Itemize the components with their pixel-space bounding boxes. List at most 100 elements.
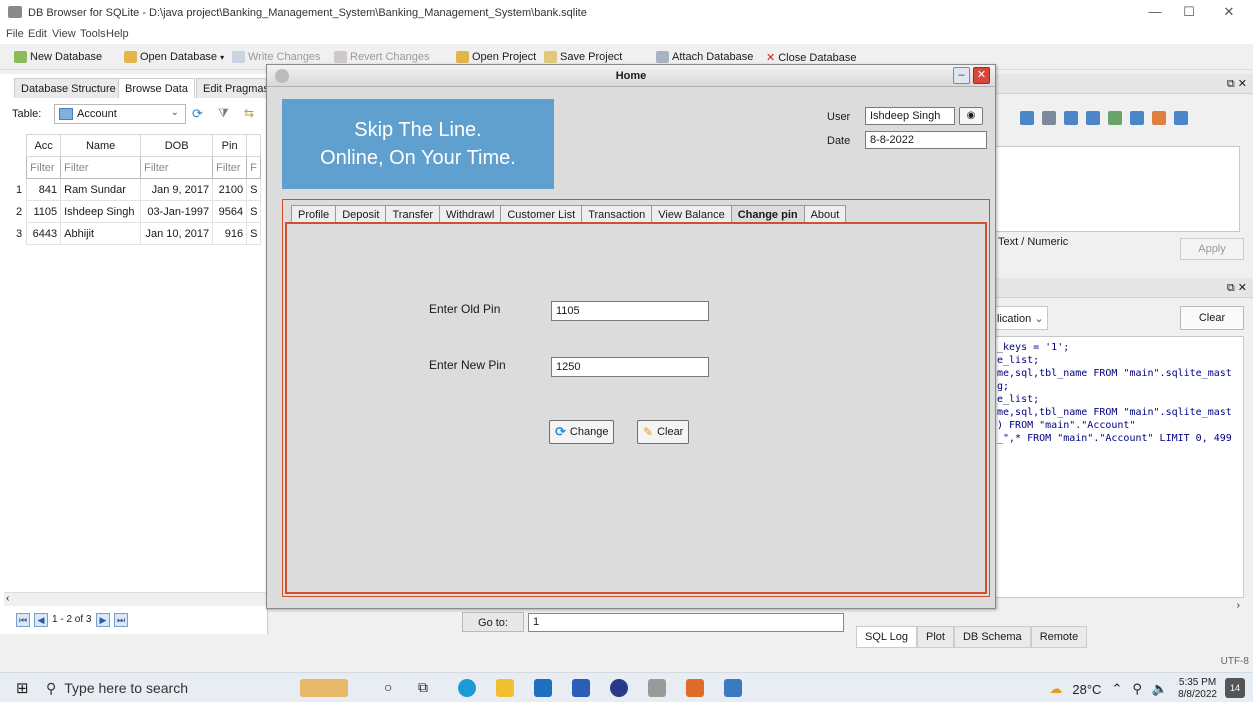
cell-extra[interactable]: S (246, 178, 262, 201)
goto-input[interactable]: 1 (528, 613, 844, 632)
word-icon[interactable] (572, 679, 590, 697)
cell-editor[interactable] (994, 146, 1240, 232)
scroll-left-icon[interactable]: ‹ (6, 593, 9, 604)
taskbar-search[interactable]: ⚲ Type here to search (46, 677, 256, 699)
close-database-button[interactable]: ✕ Close Database (766, 51, 857, 65)
goto-button[interactable]: Go to: (462, 612, 524, 632)
edge-icon[interactable] (458, 679, 476, 697)
cortana-icon[interactable]: ○ (384, 679, 392, 695)
file-explorer-icon[interactable] (496, 679, 514, 697)
network-icon[interactable]: ⚲ (1132, 681, 1142, 697)
notification-icon[interactable]: 14 (1225, 678, 1245, 698)
tab-sql-log[interactable]: SQL Log (856, 626, 918, 648)
eye-icon[interactable]: ◉ (959, 107, 983, 125)
filter-acc-input[interactable]: Filter (26, 156, 62, 179)
sql-log-text[interactable]: _keys = '1'; e_list; me,sql,tbl_name FROM … (994, 336, 1244, 598)
filter-extra-input[interactable]: F (246, 156, 262, 179)
last-record-icon[interactable]: ⏭ (114, 613, 128, 627)
clear-log-button[interactable]: Clear (1180, 306, 1244, 330)
tab-database-structure[interactable]: Database Structure (14, 78, 123, 98)
dialog-minimize-button[interactable]: – (953, 67, 970, 84)
cell-pin[interactable]: 9564 (212, 200, 248, 223)
dialog-close-button[interactable]: ✕ (973, 67, 990, 84)
clock[interactable]: 5:35 PM 8/8/2022 (1178, 677, 1217, 701)
write-changes-button[interactable]: Write Changes (232, 51, 321, 63)
table-select[interactable]: Account ⌄ (54, 104, 186, 124)
table-row[interactable]: 2 1105 Ishdeep Singh 03-Jan-1997 9564 S (12, 200, 262, 223)
new-database-button[interactable]: New Database (14, 51, 102, 63)
sort-icon[interactable]: ⇆ (244, 106, 254, 120)
clear-cell-icon[interactable] (1152, 111, 1166, 125)
close-window-button[interactable]: ✕ (1214, 4, 1244, 22)
eclipse-icon[interactable] (610, 679, 628, 697)
filter-dob-input[interactable]: Filter (140, 156, 214, 179)
copy-icon[interactable] (1130, 111, 1144, 125)
first-record-icon[interactable]: ⏮ (16, 613, 30, 627)
menu-help[interactable]: Help (106, 28, 129, 40)
cell-pin[interactable]: 916 (212, 222, 248, 245)
cell-extra[interactable]: S (246, 222, 262, 245)
column-acc[interactable]: Acc (26, 134, 62, 157)
menu-view[interactable]: View (52, 28, 76, 40)
tab-remote[interactable]: Remote (1030, 626, 1088, 648)
save-project-button[interactable]: Save Project (544, 51, 622, 63)
attach-database-button[interactable]: Attach Database (656, 51, 753, 63)
new-pin-input[interactable]: 1250 (551, 357, 709, 377)
mode-icon[interactable] (1020, 111, 1034, 125)
tab-db-schema[interactable]: DB Schema (953, 626, 1031, 648)
db-browser-icon[interactable] (648, 679, 666, 697)
cell-dob[interactable]: 03-Jan-1997 (140, 200, 214, 223)
scroll-right-icon[interactable]: › (1237, 600, 1240, 611)
menu-file[interactable]: File (6, 28, 24, 40)
volume-icon[interactable]: 🔈 (1152, 681, 1168, 697)
cell-name[interactable]: Ram Sundar (60, 178, 142, 201)
export-icon[interactable] (1086, 111, 1100, 125)
word-wrap-icon[interactable] (1042, 111, 1056, 125)
menu-edit[interactable]: Edit (28, 28, 47, 40)
column-name[interactable]: Name (60, 134, 142, 157)
import-icon[interactable] (1064, 111, 1078, 125)
column-pin[interactable]: Pin (212, 134, 248, 157)
java-icon[interactable] (686, 679, 704, 697)
filter-pin-input[interactable]: Filter (212, 156, 248, 179)
photos-icon[interactable] (724, 679, 742, 697)
next-record-icon[interactable]: ▶ (96, 613, 110, 627)
table-row[interactable]: 3 6443 Abhijit Jan 10, 2017 916 S (12, 222, 262, 245)
tab-browse-data[interactable]: Browse Data (118, 78, 195, 98)
print-icon[interactable] (1174, 111, 1188, 125)
old-pin-input[interactable]: 1105 (551, 301, 709, 321)
task-view-icon[interactable]: ⧉ (418, 679, 428, 696)
undock-close-icon[interactable]: ⧉ ✕ (1227, 77, 1247, 91)
tab-edit-pragmas[interactable]: Edit Pragmas (196, 78, 277, 98)
weather-widget-icon[interactable] (300, 679, 348, 697)
refresh-icon[interactable]: ⟳ (192, 106, 203, 122)
cell-acc[interactable]: 6443 (26, 222, 62, 245)
set-null-icon[interactable] (1108, 111, 1122, 125)
windows-start-icon[interactable]: ⊞ (16, 679, 29, 697)
open-database-button[interactable]: Open Database ▾ (124, 51, 224, 63)
open-project-button[interactable]: Open Project (456, 51, 536, 63)
maximize-button[interactable]: ☐ (1174, 4, 1204, 22)
cell-extra[interactable]: S (246, 200, 262, 223)
tab-plot[interactable]: Plot (917, 626, 954, 648)
log-scrollbar[interactable]: › (994, 600, 1244, 614)
change-button[interactable]: ⟳ Change (549, 420, 615, 444)
log-source-select[interactable]: lication ⌄ (994, 306, 1048, 330)
minimize-button[interactable]: — (1140, 4, 1170, 22)
mail-icon[interactable] (534, 679, 552, 697)
cell-name[interactable]: Abhijit (60, 222, 142, 245)
cell-name[interactable]: Ishdeep Singh (60, 200, 142, 223)
cell-acc[interactable]: 841 (26, 178, 62, 201)
column-dob[interactable]: DOB (140, 134, 214, 157)
horizontal-scrollbar[interactable]: ‹ (4, 592, 266, 606)
clear-filter-icon[interactable]: ⧩ (218, 106, 229, 121)
cell-dob[interactable]: Jan 10, 2017 (140, 222, 214, 245)
cell-acc[interactable]: 1105 (26, 200, 62, 223)
undock-close-icon[interactable]: ⧉ ✕ (1227, 281, 1247, 295)
apply-button[interactable]: Apply (1180, 238, 1244, 260)
previous-record-icon[interactable]: ◀ (34, 613, 48, 627)
clear-button[interactable]: ✎ Clear (637, 420, 690, 444)
cell-dob[interactable]: Jan 9, 2017 (140, 178, 214, 201)
filter-name-input[interactable]: Filter (60, 156, 142, 179)
tray-expand-icon[interactable]: ⌃ (1111, 681, 1122, 697)
